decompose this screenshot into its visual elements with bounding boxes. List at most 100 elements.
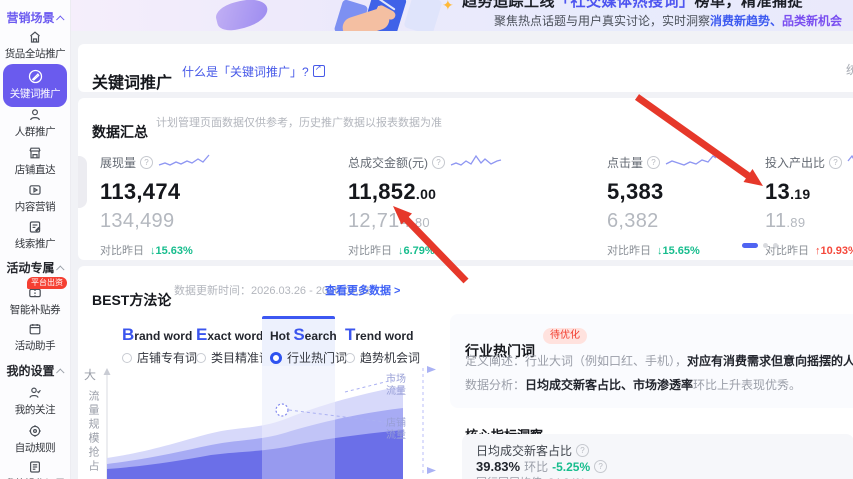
metric-value: 11,852.00 xyxy=(348,179,437,204)
metric-compare: 对比昨日 ↓6.79% xyxy=(348,245,435,257)
radio-selected-icon[interactable] xyxy=(270,351,282,364)
tab-label: Trend word xyxy=(345,325,414,344)
summary-hint: 计划管理页面数据仅供参考，历史推广数据以报表数据为准 xyxy=(156,117,442,129)
metric-gmv: 总成交金额(元) 11,852.00 12,714.80 对比昨日↓6.79% xyxy=(348,154,588,258)
metric-prev-value: 134,499 xyxy=(100,210,175,232)
tab-label: Hot Search xyxy=(270,325,337,344)
sparkline-chart xyxy=(847,154,853,161)
promo-banner[interactable]: ✦ 趋势追踪上线「社交媒体热搜词」榜单，精准捕捉 聚焦热点话题与用户真实讨论，实… xyxy=(70,0,853,31)
sidebar-item-leads-promo[interactable]: 线索推广 xyxy=(0,220,70,251)
tab-hot-search[interactable]: Hot Search 行业热门词 xyxy=(262,316,347,368)
carousel-pagination xyxy=(742,243,778,248)
banner-subtitle: 聚焦热点话题与用户真实讨论，实时洞察消费新趋势、品类新机会 xyxy=(494,14,843,28)
sidebar-item-audience-promo[interactable]: 人群推广 xyxy=(0,108,70,139)
tab-label: Exact word xyxy=(196,325,264,344)
chevron-up-icon xyxy=(55,265,65,274)
sidebar-group-label: 我的设置 xyxy=(6,364,55,378)
banner-card-decoration xyxy=(403,0,443,31)
highlight-overlay xyxy=(262,366,335,479)
kpi-value-row: 39.83% 环比 -5.25% xyxy=(476,458,608,475)
help-icon[interactable] xyxy=(647,156,661,169)
best-methodology-card: BEST方法论 数据更新时间：2026.03.26 - 2026.04.01 查… xyxy=(78,266,853,479)
page-header-card: 关键词推广 什么是「关键词推广」? 统 xyxy=(78,44,853,92)
sidebar-item-label: 我的关注 xyxy=(14,404,56,416)
help-icon[interactable] xyxy=(594,460,608,473)
page-title: 关键词推广 xyxy=(92,74,173,92)
sparkline-chart xyxy=(665,154,717,166)
calendar-icon xyxy=(29,324,41,335)
sidebar-item-label: 自动规则 xyxy=(14,442,56,454)
sidebar-item-shop-direct[interactable]: 店铺直达 xyxy=(0,146,70,177)
metric-label: 点击量 xyxy=(607,156,644,170)
sidebar-group-settings[interactable]: 我的设置 xyxy=(0,362,70,379)
sidebar-item-activity-helper[interactable]: 活动助手 xyxy=(0,322,70,353)
sidebar-group-label: 活动专属 xyxy=(6,261,55,275)
pagination-dot-active[interactable] xyxy=(742,243,758,248)
kpi-box: 日均成交新客占比 39.83%环比-5.25% 同行同层均值: 34.34% xyxy=(462,434,853,479)
sidebar-item-my-follow[interactable]: 我的关注 xyxy=(0,386,70,417)
play-video-icon xyxy=(29,185,41,195)
sidebar-group-label: 营销场景 xyxy=(6,11,55,25)
sidebar-item-smart-subsidy[interactable]: 平台出资 智能补贴券 xyxy=(0,277,70,317)
sidebar-item-storewide-promo[interactable]: 货品全站推广 xyxy=(0,30,70,61)
carousel-left-handle[interactable] xyxy=(78,156,87,208)
sidebar-item-label: 货品全站推广 xyxy=(4,48,66,60)
sidebar-item-keyword-promo[interactable]: 关键词推广 xyxy=(3,64,67,107)
person-check-icon xyxy=(29,387,41,398)
metric-compare: 对比昨日 ↓15.63% xyxy=(100,245,193,257)
sparkline-chart xyxy=(450,154,502,166)
radio-icon[interactable] xyxy=(122,352,132,363)
tab-sublabel: 趋势机会词 xyxy=(360,351,421,365)
store-traffic-label: 店铺流量 xyxy=(386,418,406,441)
storefront-icon xyxy=(29,147,41,159)
metric-impressions: 展现量 113,474 134,499 对比昨日↓15.63% xyxy=(100,154,340,258)
help-icon[interactable] xyxy=(829,156,843,169)
sidebar-item-label: 智能补贴券 xyxy=(9,304,61,316)
sidebar-item-operation-record[interactable]: 我的操作记录 xyxy=(0,460,70,479)
pagination-dot[interactable] xyxy=(773,243,778,248)
help-icon[interactable] xyxy=(432,156,445,169)
external-link-icon[interactable] xyxy=(312,63,325,77)
tab-exact-word[interactable]: Exact word 类目精准词 xyxy=(188,316,271,368)
arrow-right-icon xyxy=(427,467,436,474)
summary-title: 数据汇总 xyxy=(92,123,148,140)
analysis-line: 数据分析：日均成交新客占比、市场渗透率环比上升表现优秀。 xyxy=(465,378,802,392)
metric-roi: 投入产出比 13.19 11.89 对比昨日↑10.93% xyxy=(765,154,853,258)
help-icon[interactable] xyxy=(576,444,590,457)
store-icon xyxy=(30,31,40,43)
sparkline-chart xyxy=(158,154,210,166)
definition-line: 定义阐述：行业大词（例如口红、手机），对应有消费需求但意向摇摆的人群，拉新效果显… xyxy=(465,354,853,368)
sidebar-item-label: 关键词推广 xyxy=(9,88,61,100)
radio-icon[interactable] xyxy=(345,352,355,363)
point-marker xyxy=(275,403,289,417)
metric-compare: 对比昨日↑10.93% xyxy=(765,245,853,257)
metric-label: 投入产出比 xyxy=(765,156,826,170)
help-link[interactable]: 什么是「关键词推广」? xyxy=(182,63,325,80)
banner-title: 趋势追踪上线「社交媒体热搜词」榜单，精准捕捉 xyxy=(462,0,804,10)
tab-brand-word[interactable]: Brand word 店铺专有词 xyxy=(114,316,197,368)
sidebar-group-marketing[interactable]: 营销场景 xyxy=(0,9,70,26)
data-summary-card: 数据汇总 计划管理页面数据仅供参考，历史推广数据以报表数据为准 展现量 113,… xyxy=(78,98,853,260)
metric-label: 展现量 xyxy=(100,156,137,170)
star-icon: ✦ xyxy=(442,0,454,13)
tab-trend-word[interactable]: Trend word 趋势机会词 xyxy=(337,316,420,368)
radio-icon[interactable] xyxy=(196,352,206,363)
sidebar-item-content-marketing[interactable]: 内容营销 xyxy=(0,183,70,214)
metric-prev-value: 11.89 xyxy=(765,210,806,232)
axis-arrow-icon xyxy=(103,368,111,375)
view-more-link[interactable]: 查看更多数据 > xyxy=(325,282,400,298)
metric-value: 113,474 xyxy=(100,179,181,204)
arrow-right-icon xyxy=(427,366,436,373)
sidebar-item-label: 内容营销 xyxy=(14,201,56,213)
chevron-up-icon xyxy=(55,15,65,24)
sidebar: 营销场景 货品全站推广 关键词推广 人群推广 店铺直达 内容营销 线索推广 活动… xyxy=(0,0,71,479)
corner-clipped-text: 统 xyxy=(846,63,853,77)
pagination-dot[interactable] xyxy=(763,243,768,248)
help-icon[interactable] xyxy=(140,156,154,169)
kpi-peer-value: 同行同层均值: 34.34% xyxy=(476,474,585,479)
sidebar-group-activities[interactable]: 活动专属 xyxy=(0,259,70,276)
platform-funded-badge: 平台出资 xyxy=(27,277,67,289)
person-icon xyxy=(30,109,40,121)
sidebar-item-auto-rules[interactable]: 自动规则 xyxy=(0,424,70,455)
to-optimize-badge: 待优化 xyxy=(543,328,587,344)
